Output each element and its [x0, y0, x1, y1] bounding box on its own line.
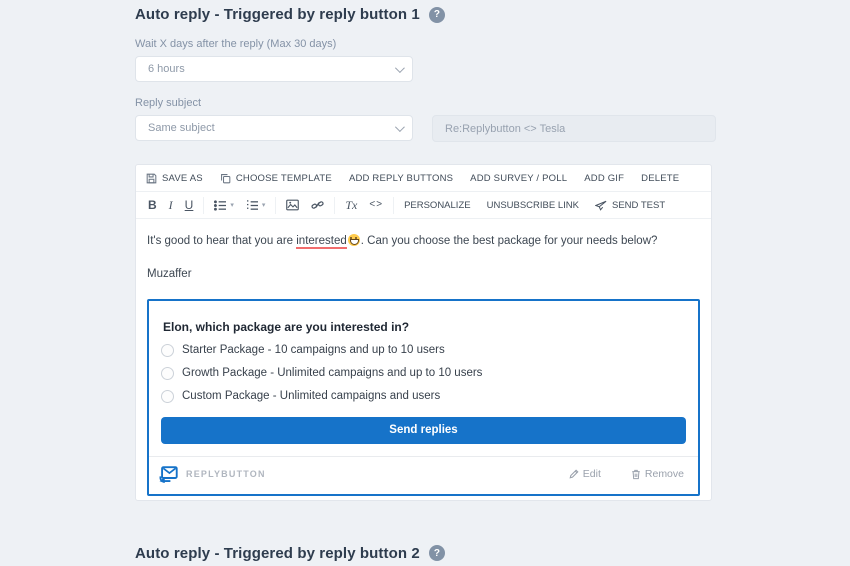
personalize-button[interactable]: PERSONALIZE: [404, 200, 471, 211]
paper-plane-icon: [594, 200, 607, 211]
unsubscribe-link-button[interactable]: UNSUBSCRIBE LINK: [487, 200, 579, 211]
send-replies-button: Send replies: [161, 416, 686, 444]
replybutton-logo-icon: [159, 465, 178, 483]
misspelled-word: interested: [296, 235, 347, 249]
chevron-down-icon: ▾: [261, 201, 266, 209]
subject-mode-select[interactable]: Same subject: [135, 115, 413, 141]
insert-group: [276, 196, 336, 214]
grinning-emoji-icon: [347, 234, 360, 246]
source-code-button[interactable]: <>: [369, 200, 383, 210]
package-option-row: Growth Package - Unlimited campaigns and…: [161, 366, 686, 380]
chevron-down-icon: ▾: [230, 201, 234, 209]
underline-button[interactable]: U: [185, 199, 194, 211]
italic-button[interactable]: I: [169, 199, 173, 211]
email-editor: SAVE AS CHOOSE TEMPLATE ADD REPLY BUTTON…: [135, 164, 712, 501]
chevron-down-icon: [394, 62, 405, 73]
save-icon: [146, 173, 157, 184]
subject-row: Same subject Re:Replybutton <> Tesla: [135, 109, 716, 142]
extra-actions-group: PERSONALIZE UNSUBSCRIBE LINK SEND TEST: [394, 200, 665, 211]
section1-title: Auto reply - Triggered by reply button 1: [135, 6, 420, 23]
edit-widget-button[interactable]: Edit: [569, 468, 601, 480]
section1-header: Auto reply - Triggered by reply button 1…: [135, 6, 716, 23]
pencil-icon: [569, 469, 579, 479]
add-reply-buttons-button[interactable]: ADD REPLY BUTTONS: [349, 173, 453, 184]
save-as-button[interactable]: SAVE AS: [146, 173, 203, 184]
add-survey-poll-button[interactable]: ADD SURVEY / POLL: [470, 173, 567, 184]
signature: Muzaffer: [147, 268, 192, 281]
section2: Auto reply - Triggered by reply button 2…: [135, 545, 716, 566]
wait-days-value: 6 hours: [148, 63, 185, 75]
remove-widget-button[interactable]: Remove: [631, 468, 684, 480]
clear-formatting-button[interactable]: Tx: [345, 199, 357, 211]
widget-question: Elon, which package are you interested i…: [163, 319, 410, 334]
numbered-list-button[interactable]: ▾: [246, 199, 266, 211]
section2-title: Auto reply - Triggered by reply button 2: [135, 544, 420, 562]
copy-icon: [220, 173, 231, 184]
bullet-list-button[interactable]: ▾: [214, 199, 234, 211]
editor-format-toolbar: B I U ▾ ▾ Tx <> PERSONALIZE UNSUBSCRIBE …: [136, 192, 711, 219]
package-option-row: Starter Package - 10 campaigns and up to…: [161, 343, 686, 357]
send-test-button[interactable]: SEND TEST: [594, 200, 665, 211]
package-option-row: Custom Package - Unlimited campaigns and…: [161, 389, 686, 403]
insert-image-button[interactable]: [286, 199, 300, 211]
widget-actions: Edit Remove: [569, 468, 684, 480]
replybutton-brand: REPLYBUTTON: [159, 465, 266, 483]
radio-icon: [161, 366, 174, 380]
subject-preview-field: Re:Replybutton <> Tesla: [432, 115, 716, 142]
subject-mode-value: Same subject: [148, 122, 215, 134]
widget-footer: REPLYBUTTON Edit Remove: [149, 455, 698, 494]
auto-reply-settings-page: Auto reply - Triggered by reply button 1…: [0, 0, 850, 566]
text-style-group: B I U: [146, 196, 205, 214]
brand-name: REPLYBUTTON: [186, 469, 266, 479]
chevron-down-icon: [394, 121, 405, 132]
delete-button[interactable]: DELETE: [641, 173, 679, 184]
email-body[interactable]: It's good to hear that you are intereste…: [136, 219, 711, 500]
radio-icon: [161, 389, 174, 403]
bold-button[interactable]: B: [148, 199, 157, 211]
reply-buttons-widget[interactable]: Elon, which package are you interested i…: [147, 298, 700, 496]
help-icon[interactable]: ?: [428, 545, 445, 561]
wait-days-label: Wait X days after the reply (Max 30 days…: [135, 38, 337, 50]
trash-icon: [631, 469, 641, 480]
reply-subject-label: Reply subject: [135, 97, 202, 109]
list-group: ▾ ▾: [204, 196, 277, 214]
body-paragraph: It's good to hear that you are intereste…: [147, 234, 658, 249]
add-gif-button[interactable]: ADD GIF: [584, 173, 624, 184]
link-icon[interactable]: [311, 199, 324, 211]
content-column: Auto reply - Triggered by reply button 1…: [135, 0, 716, 566]
code-group: Tx <>: [335, 196, 395, 214]
help-icon[interactable]: ?: [428, 6, 445, 23]
wait-days-select[interactable]: 6 hours: [135, 56, 413, 82]
editor-action-toolbar: SAVE AS CHOOSE TEMPLATE ADD REPLY BUTTON…: [136, 165, 711, 192]
radio-icon: [161, 343, 174, 357]
choose-template-button[interactable]: CHOOSE TEMPLATE: [220, 173, 332, 184]
section2-header: Auto reply - Triggered by reply button 2…: [135, 545, 716, 562]
